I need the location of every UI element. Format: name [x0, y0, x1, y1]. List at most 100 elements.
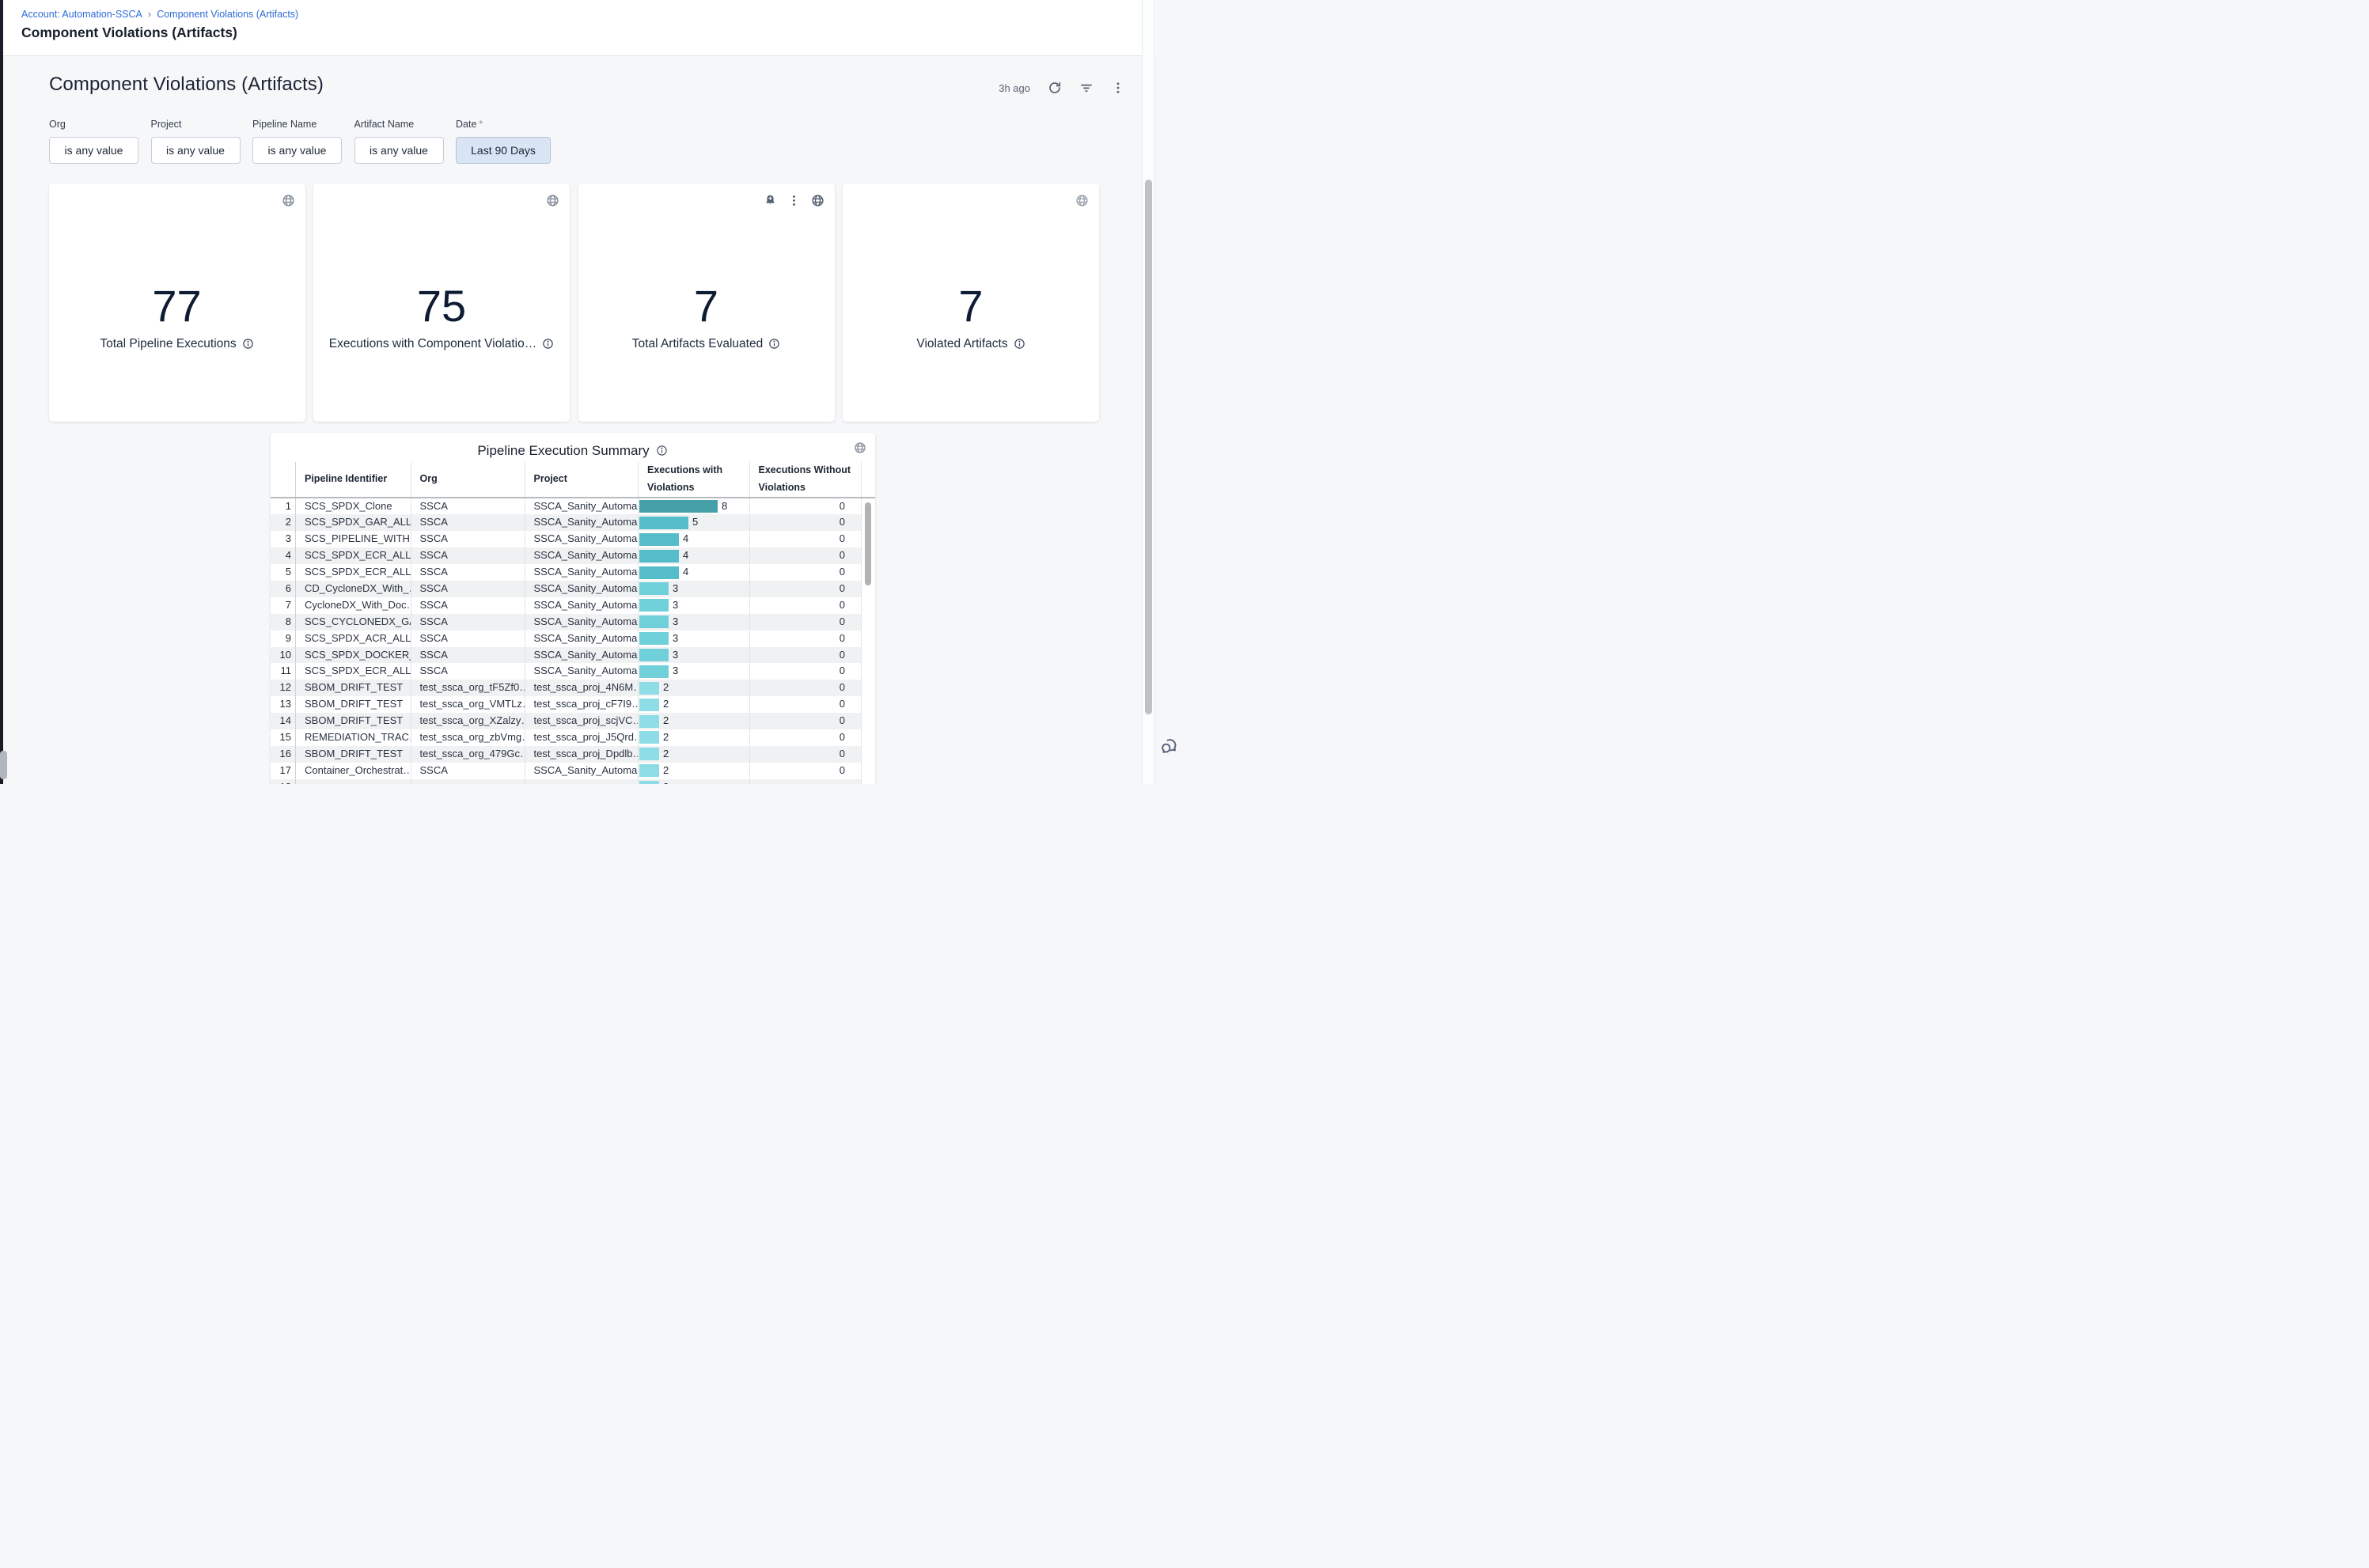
info-icon[interactable]: [242, 338, 254, 350]
cell-project: SSCA_Sanity_Automa…: [525, 531, 639, 547]
metric-value: 75: [313, 280, 570, 331]
cell-executions-with-violations: 4: [638, 547, 749, 564]
cell-org: SSCA: [411, 564, 525, 581]
table-row: 12 SBOM_DRIFT_TEST test_ssca_org_tF5Zf0……: [271, 680, 862, 696]
cell-project: test_ssca_proj_scjVC…: [525, 713, 639, 729]
column-header-executions-with-violations[interactable]: Executions with Violations: [638, 462, 749, 497]
breadcrumb-account-link[interactable]: Account: Automation-SSCA: [21, 9, 142, 20]
violations-bar-value: 4: [683, 547, 688, 564]
cell-executions-without-violations: 0: [749, 514, 862, 531]
cell-pipeline-identifier: SCS_SPDX_GAR_ALL…: [296, 514, 411, 531]
cell-executions-with-violations: 2: [638, 746, 749, 763]
cell-pipeline-identifier: SBOM_DRIFT_TEST: [296, 713, 411, 729]
card-total-pipeline-executions: 77 Total Pipeline Executions: [49, 184, 305, 422]
globe-icon[interactable]: [1075, 194, 1089, 207]
violations-bar-value: 4: [683, 531, 688, 547]
violations-bar: [639, 533, 679, 546]
column-header-org[interactable]: Org: [411, 462, 525, 497]
column-header-executions-without-violations[interactable]: Executions Without Violations: [749, 462, 862, 497]
filter-date: Date* Last 90 Days: [456, 119, 551, 164]
table-title: Pipeline Execution Summary: [477, 443, 649, 459]
cell-executions-with-violations: 4: [638, 564, 749, 581]
dashboard-controls: 3h ago: [999, 81, 1125, 95]
violations-bar-value: 2: [663, 746, 669, 763]
violations-bar-value: 3: [673, 631, 678, 647]
alert-bell-plus-icon[interactable]: [764, 194, 777, 207]
globe-icon[interactable]: [811, 194, 824, 207]
cell-executions-without-violations: 0: [749, 498, 862, 515]
cell-executions-with-violations: 3: [638, 631, 749, 647]
cell-org: test_ssca_org_zbVmg…: [411, 729, 525, 746]
dashboard-title: Component Violations (Artifacts): [49, 74, 324, 96]
cell-project: test_ssca_proj_cF7I9…: [525, 696, 639, 713]
violations-bar-value: 2: [663, 696, 669, 713]
row-index: 12: [271, 680, 297, 696]
violations-bar-value: 3: [673, 597, 678, 614]
cell-executions-with-violations: 3: [638, 663, 749, 680]
table-row: 1 SCS_SPDX_Clone SSCA SSCA_Sanity_Automa…: [271, 498, 862, 515]
filter-date-value[interactable]: Last 90 Days: [456, 137, 551, 164]
breadcrumb-separator: ›: [148, 8, 151, 20]
breadcrumb-current-link[interactable]: Component Violations (Artifacts): [157, 9, 298, 20]
info-icon[interactable]: [1014, 338, 1025, 350]
row-index: 15: [271, 729, 297, 746]
violations-bar-value: 2: [663, 779, 669, 784]
cell-pipeline-identifier: SCS_SPDX_ECR_ALL_…: [296, 564, 411, 581]
cell-org: SSCA: [411, 581, 525, 597]
row-index: 8: [271, 614, 297, 631]
app-page: Account: Automation-SSCA › Component Vio…: [0, 0, 1184, 784]
filter-pipeline-name-label: Pipeline Name: [252, 119, 342, 130]
violations-bar-value: 2: [663, 680, 669, 696]
filter-artifact-name-value[interactable]: is any value: [354, 137, 444, 164]
row-index: 16: [271, 746, 297, 763]
filter-pipeline-name-value[interactable]: is any value: [252, 137, 342, 164]
column-header-project[interactable]: Project: [525, 462, 639, 497]
filter-icon[interactable]: [1079, 81, 1094, 95]
cell-pipeline-identifier: REMEDIATION_TRAC…: [296, 729, 411, 746]
table-title-row: Pipeline Execution Summary: [271, 441, 875, 460]
row-index: 1: [271, 498, 297, 515]
metric-cards: 77 Total Pipeline Executions 75 Executio…: [49, 184, 1100, 422]
table-row: 5 SCS_SPDX_ECR_ALL_… SSCA SSCA_Sanity_Au…: [271, 564, 862, 581]
breadcrumb: Account: Automation-SSCA › Component Vio…: [21, 8, 1156, 20]
last-refresh-label: 3h ago: [999, 82, 1030, 94]
filter-project-value[interactable]: is any value: [151, 137, 241, 164]
table-scrollbar-thumb[interactable]: [865, 502, 871, 585]
violations-bar-value: 2: [663, 763, 669, 779]
cell-project: SSCA_Sanity_Automa…: [525, 564, 639, 581]
sidebar-resize-handle[interactable]: [0, 751, 7, 779]
cell-executions-without-violations: 0: [749, 680, 862, 696]
kebab-menu-icon[interactable]: [1111, 81, 1125, 95]
table-row: 15 REMEDIATION_TRAC… test_ssca_org_zbVmg…: [271, 729, 862, 746]
cell-org: test_ssca_org_VMTLz…: [411, 696, 525, 713]
table-row: 3 SCS_PIPELINE_WITH… SSCA SSCA_Sanity_Au…: [271, 531, 862, 547]
table-row: 7 CycloneDX_With_Doc… SSCA SSCA_Sanity_A…: [271, 597, 862, 614]
filter-date-label: Date*: [456, 119, 551, 130]
cell-project: test_ssca_proj_J5Qrd…: [525, 729, 639, 746]
metric-label: Violated Artifacts: [843, 337, 1099, 351]
table-row: 6 CD_CycloneDX_With_… SSCA SSCA_Sanity_A…: [271, 581, 862, 597]
cell-project: test_ssca_proj_4N6M…: [525, 680, 639, 696]
filter-org-value[interactable]: is any value: [49, 137, 138, 164]
globe-icon[interactable]: [282, 194, 295, 207]
globe-icon[interactable]: [854, 441, 866, 454]
table-row: 10 SCS_SPDX_DOCKER_… SSCA SSCA_Sanity_Au…: [271, 647, 862, 664]
refresh-icon[interactable]: [1048, 81, 1062, 95]
violations-bar-value: 3: [673, 581, 678, 597]
info-icon[interactable]: [542, 338, 554, 350]
row-index: 4: [271, 547, 297, 564]
filter-project-label: Project: [151, 119, 241, 130]
page-scrollbar-thumb[interactable]: [1145, 180, 1152, 714]
globe-icon[interactable]: [546, 194, 559, 207]
table-row: 2 SCS_SPDX_GAR_ALL… SSCA SSCA_Sanity_Aut…: [271, 514, 862, 531]
pipeline-execution-summary-card: Pipeline Execution Summary Pipeline Iden…: [271, 433, 875, 785]
cell-executions-without-violations: 0: [749, 663, 862, 680]
table-row: 11 SCS_SPDX_ECR_ALL_… SSCA SSCA_Sanity_A…: [271, 663, 862, 680]
info-icon[interactable]: [656, 445, 668, 456]
kebab-menu-icon[interactable]: [787, 194, 801, 207]
info-icon[interactable]: [768, 338, 780, 350]
cell-pipeline-identifier: SCS_CYCLONEDX_GA…: [296, 614, 411, 631]
column-header-pipeline-identifier[interactable]: Pipeline Identifier: [296, 462, 411, 497]
cell-pipeline-identifier: SCS_SPDX_DOCKER_…: [296, 647, 411, 664]
chat-support-icon[interactable]: [1160, 736, 1180, 756]
